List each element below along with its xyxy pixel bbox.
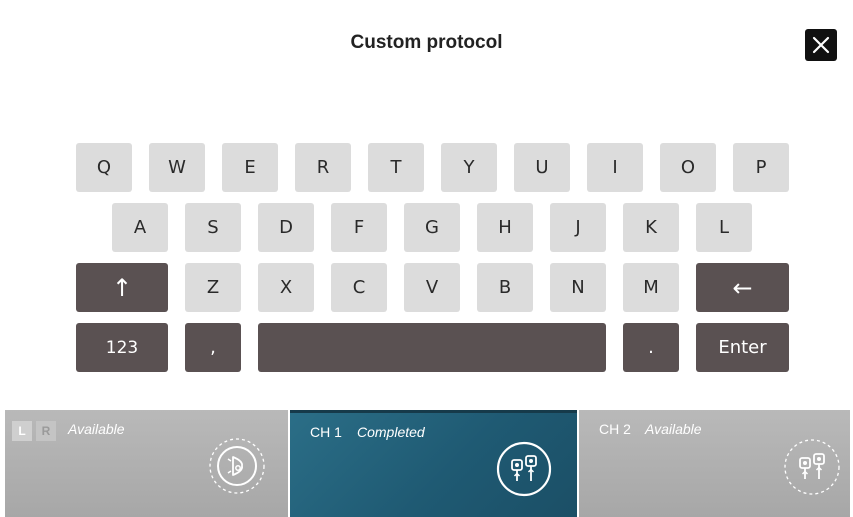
- key-v[interactable]: V: [404, 263, 460, 312]
- key-x[interactable]: X: [258, 263, 314, 312]
- key-s[interactable]: S: [185, 203, 241, 252]
- custom-protocol-screen: Custom protocol Q W E R T Y U I O P A S …: [0, 0, 853, 517]
- key-d[interactable]: D: [258, 203, 314, 252]
- backspace-button[interactable]: ←: [696, 263, 789, 312]
- ear-probe-icon: [209, 438, 265, 494]
- numbers-button[interactable]: 123: [76, 323, 168, 372]
- key-z[interactable]: Z: [185, 263, 241, 312]
- badge-right: R: [36, 421, 56, 441]
- channel-status: Completed: [357, 424, 425, 440]
- key-n[interactable]: N: [550, 263, 606, 312]
- period-key[interactable]: .: [623, 323, 679, 372]
- channel-panel-lr[interactable]: L R Available: [5, 410, 288, 517]
- key-e[interactable]: E: [222, 143, 278, 192]
- key-p[interactable]: P: [733, 143, 789, 192]
- shift-button[interactable]: ↑: [76, 263, 168, 312]
- comma-key[interactable]: ,: [185, 323, 241, 372]
- channel-bar: L R Available CH 1 Completed CH 2 Availa…: [5, 410, 850, 517]
- close-button[interactable]: [805, 29, 837, 61]
- channel-status: Available: [645, 421, 702, 437]
- key-k[interactable]: K: [623, 203, 679, 252]
- key-m[interactable]: M: [623, 263, 679, 312]
- key-q[interactable]: Q: [76, 143, 132, 192]
- key-f[interactable]: F: [331, 203, 387, 252]
- channel-panel-ch2[interactable]: CH 2 Available: [579, 410, 850, 517]
- key-y[interactable]: Y: [441, 143, 497, 192]
- electrodes-icon: [496, 441, 552, 497]
- page-title: Custom protocol: [350, 32, 503, 53]
- electrodes-icon: [784, 439, 840, 495]
- key-t[interactable]: T: [368, 143, 424, 192]
- key-b[interactable]: B: [477, 263, 533, 312]
- key-i[interactable]: I: [587, 143, 643, 192]
- key-h[interactable]: H: [477, 203, 533, 252]
- key-u[interactable]: U: [514, 143, 570, 192]
- arrow-left-icon: ←: [732, 273, 753, 302]
- key-l[interactable]: L: [696, 203, 752, 252]
- key-o[interactable]: O: [660, 143, 716, 192]
- close-icon: [812, 36, 830, 54]
- key-a[interactable]: A: [112, 203, 168, 252]
- arrow-up-icon: ↑: [111, 273, 133, 302]
- key-w[interactable]: W: [149, 143, 205, 192]
- channel-panel-ch1[interactable]: CH 1 Completed: [290, 410, 577, 517]
- key-g[interactable]: G: [404, 203, 460, 252]
- key-c[interactable]: C: [331, 263, 387, 312]
- space-bar[interactable]: [258, 323, 606, 372]
- key-r[interactable]: R: [295, 143, 351, 192]
- enter-button[interactable]: Enter: [696, 323, 789, 372]
- channel-status: Available: [68, 421, 125, 437]
- badge-left: L: [12, 421, 32, 441]
- channel-label: CH 1: [310, 424, 342, 440]
- channel-label: CH 2: [599, 421, 631, 437]
- key-j[interactable]: J: [550, 203, 606, 252]
